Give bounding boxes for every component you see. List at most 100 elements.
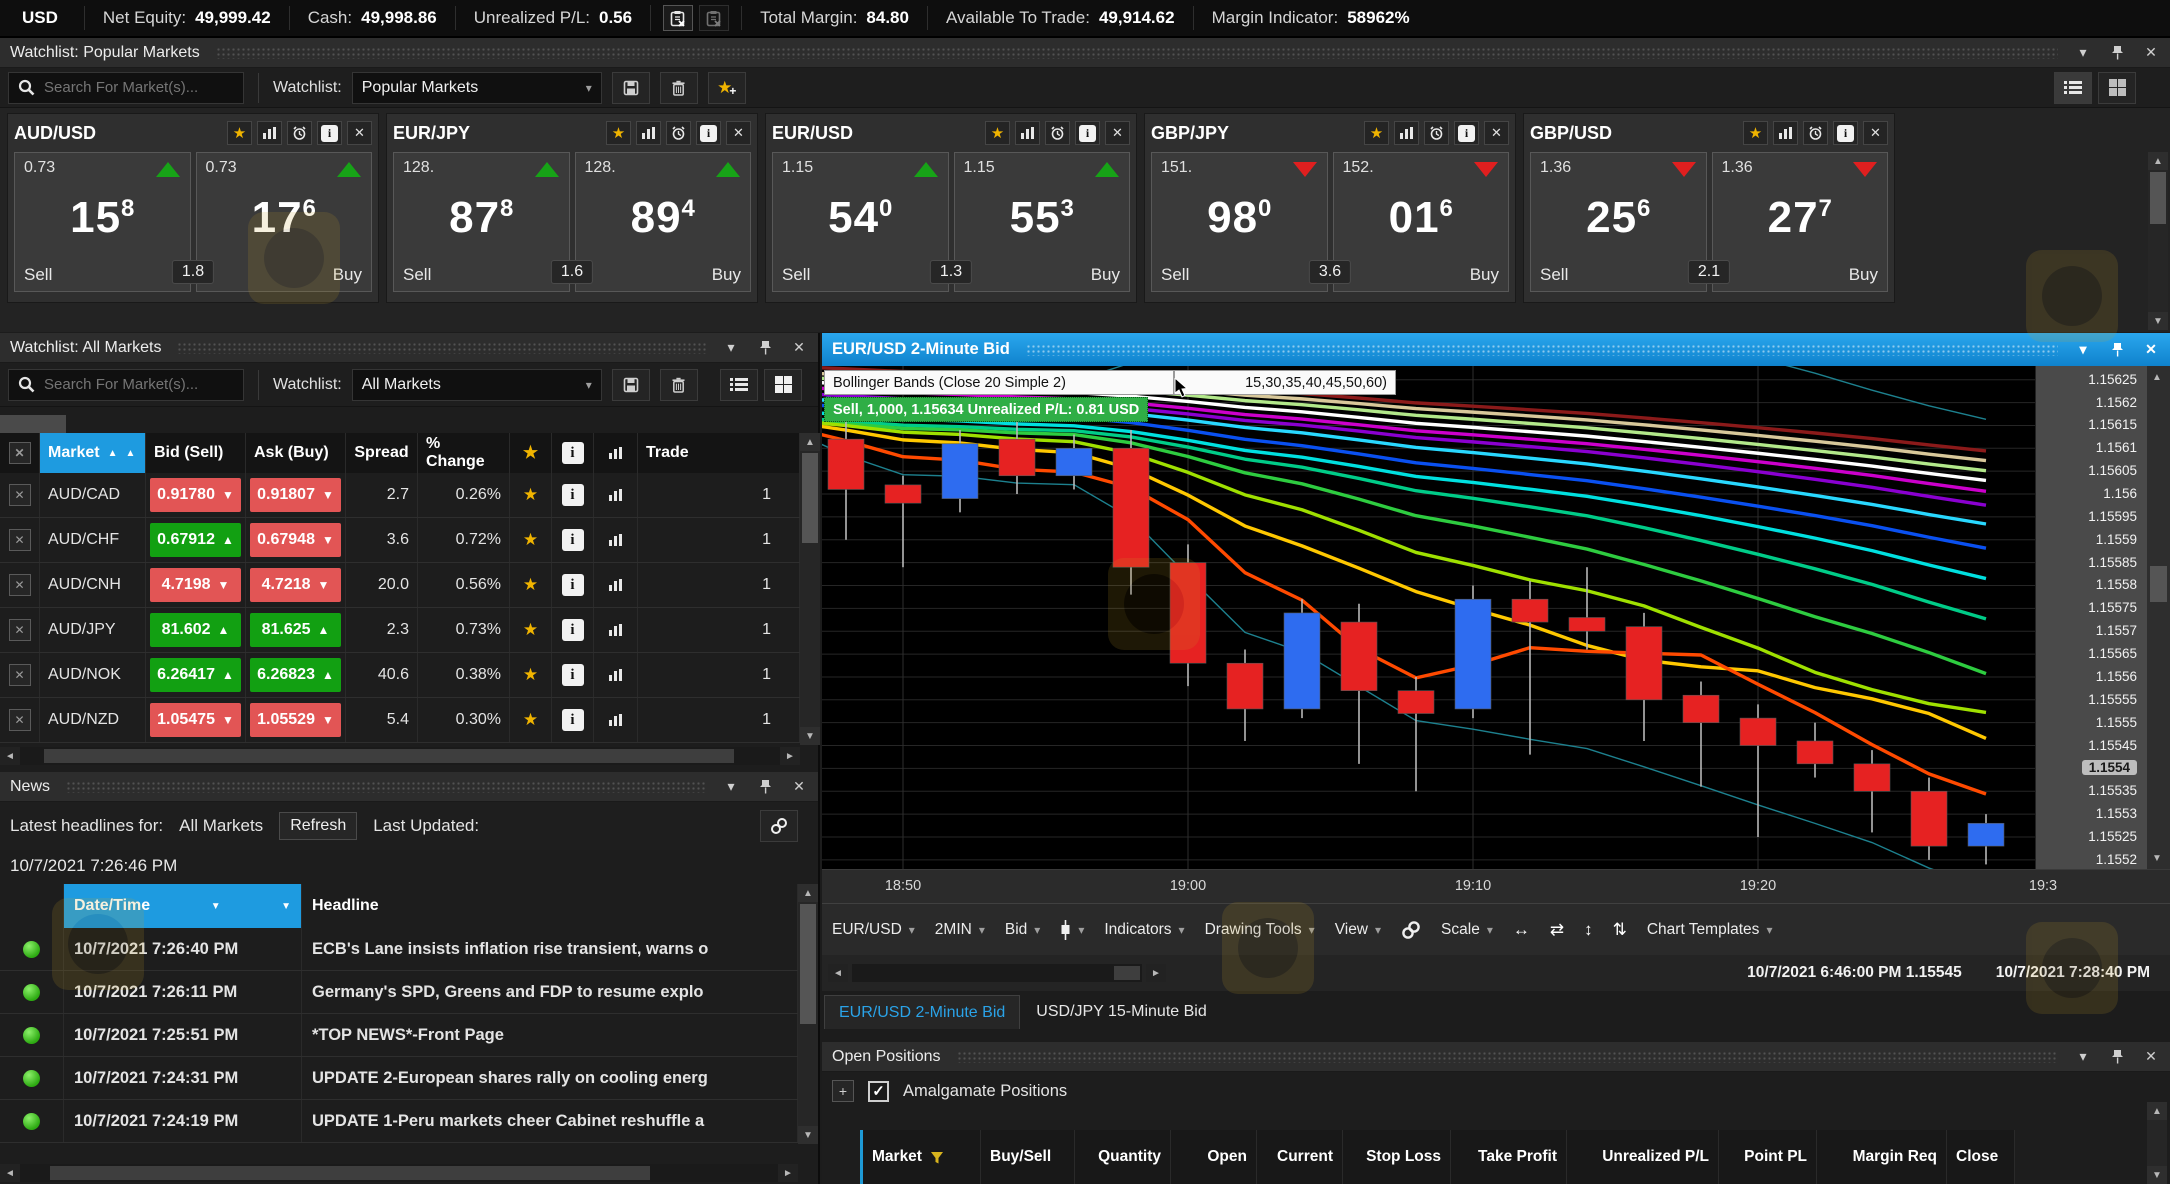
collapse-panel-icon[interactable]: ▾ — [2074, 44, 2092, 62]
info-icon[interactable]: i — [696, 121, 721, 145]
open-chart-icon[interactable] — [257, 121, 282, 145]
favorite-star-icon[interactable]: ★ — [510, 563, 552, 607]
add-favorite-button[interactable]: ★ + — [707, 71, 746, 104]
scale-compress-vertical-icon[interactable]: ⇅ — [1613, 920, 1627, 940]
table-row[interactable]: ✕ AUD/CAD 0.91780 ▼ 0.91807 ▼ 2.7 0.26% ★ i 1 — [0, 473, 800, 518]
scroll-up-icon[interactable]: ▲ — [2148, 152, 2168, 170]
pin-icon[interactable] — [2108, 44, 2126, 62]
info-icon[interactable]: i — [552, 473, 594, 517]
row-select-checkbox[interactable]: ✕ — [0, 698, 40, 742]
info-icon[interactable]: i — [552, 698, 594, 742]
drag-handle-texture[interactable] — [215, 46, 2058, 59]
column-header[interactable]: Bid (Sell) — [146, 433, 246, 473]
collapse-panel-icon[interactable]: ▾ — [722, 778, 740, 796]
drag-handle-texture[interactable] — [177, 341, 706, 354]
buy-price-button[interactable]: 128. 894 Buy — [574, 152, 751, 292]
expand-positions-button[interactable]: + — [832, 1080, 854, 1102]
info-icon[interactable]: i — [1454, 121, 1479, 145]
row-select-checkbox[interactable]: ✕ — [0, 563, 40, 607]
favorite-star-icon[interactable]: ★ — [1364, 121, 1389, 145]
chart-toolbar-eur/usd[interactable]: EUR/USD ▾ — [832, 921, 915, 939]
scroll-down-icon[interactable]: ▼ — [2147, 849, 2167, 867]
info-icon[interactable]: i — [1833, 121, 1858, 145]
bollinger-indicator-label[interactable]: Bollinger Bands (Close 20 Simple 2) — [824, 370, 1174, 395]
table-row[interactable]: ✕ AUD/NZD 1.05475 ▼ 1.05529 ▼ 5.4 0.30% ★ i 1 — [0, 698, 800, 743]
all-markets-panel-header[interactable]: Watchlist: All Markets ▾ ✕ — [0, 333, 818, 363]
row-select-checkbox[interactable]: ✕ — [0, 518, 40, 562]
scroll-down-icon[interactable]: ▼ — [800, 727, 820, 745]
chart-toolbar-view[interactable]: View ▾ — [1335, 921, 1381, 939]
column-header-stop-loss[interactable]: Stop Loss — [1343, 1130, 1451, 1184]
close-panel-icon[interactable]: ✕ — [790, 778, 808, 796]
chart-toolbar-scale[interactable]: Scale ▾ — [1441, 921, 1493, 939]
ask-price-button[interactable]: 6.26823 ▲ — [250, 658, 341, 692]
scale-compress-horizontal-icon[interactable]: ⇄ — [1550, 920, 1564, 940]
drag-handle-texture[interactable] — [66, 780, 706, 793]
market-search[interactable] — [8, 368, 244, 401]
sell-price-button[interactable]: 151. 980 Sell — [1151, 152, 1328, 292]
grid-view-button[interactable] — [764, 368, 802, 401]
column-header-take-profit[interactable]: Take Profit — [1451, 1130, 1567, 1184]
ask-price-button[interactable]: 1.05529 ▼ — [250, 703, 341, 737]
pin-icon[interactable] — [756, 339, 774, 357]
open-chart-icon[interactable] — [594, 563, 638, 607]
scale-expand-horizontal-icon[interactable]: ↔ — [1513, 920, 1530, 940]
scroll-up-icon[interactable]: ▲ — [800, 433, 820, 451]
scroll-down-icon[interactable]: ▼ — [2147, 1166, 2167, 1184]
chart-plot-area[interactable]: Bollinger Bands (Close 20 Simple 2) 15,3… — [822, 366, 2170, 869]
scroll-left-icon[interactable]: ◄ — [828, 964, 848, 982]
column-header-chart[interactable] — [594, 433, 638, 473]
column-header-headline[interactable]: Headline — [302, 884, 798, 928]
close-panel-icon[interactable]: ✕ — [2142, 44, 2160, 62]
scale-expand-vertical-icon[interactable]: ↕ — [1584, 920, 1593, 940]
open-position-chart-label[interactable]: Sell, 1,000, 1.15634 Unrealized P/L: 0.8… — [824, 397, 1149, 422]
scroll-left-icon[interactable]: ◄ — [0, 747, 20, 765]
column-header-market[interactable]: Market ▲ ▲ — [40, 433, 146, 473]
moving-average-indicator-label[interactable]: 15,30,35,40,45,50,60) — [1174, 370, 1396, 395]
trade-quantity-cell[interactable]: 1 — [638, 608, 800, 652]
column-header-margin-req[interactable]: Margin Req — [1817, 1130, 1947, 1184]
close-tile-icon[interactable]: ✕ — [1484, 121, 1509, 145]
column-header-trade[interactable]: Trade — [638, 433, 800, 473]
news-headline-cell[interactable]: *TOP NEWS*-Front Page — [302, 1014, 798, 1056]
pin-icon[interactable] — [756, 778, 774, 796]
open-chart-icon[interactable] — [594, 653, 638, 697]
favorite-star-icon[interactable]: ★ — [985, 121, 1010, 145]
table-row[interactable]: ✕ AUD/CNH 4.7198 ▼ 4.7218 ▼ 20.0 0.56% ★ i 1 — [0, 563, 800, 608]
price-alert-icon[interactable] — [666, 121, 691, 145]
ask-price-button[interactable]: 4.7218 ▼ — [250, 568, 341, 602]
amalgamate-checkbox[interactable]: ✓ — [868, 1080, 889, 1102]
candlestick-chart[interactable] — [822, 366, 2035, 869]
news-headline-cell[interactable]: ECB's Lane insists inflation rise transi… — [302, 928, 798, 970]
close-tile-icon[interactable]: ✕ — [726, 121, 751, 145]
chart-toolbar-indicators[interactable]: Indicators ▾ — [1104, 921, 1184, 939]
grid-view-button[interactable] — [2098, 71, 2136, 104]
collapse-panel-icon[interactable]: ▾ — [722, 339, 740, 357]
close-panel-icon[interactable]: ✕ — [2142, 1048, 2160, 1066]
price-alert-icon[interactable] — [287, 121, 312, 145]
price-axis[interactable]: 1.15625 1.1562 1.15615 1.1561 1.15605 1.156 1.… — [2035, 366, 2147, 869]
news-row[interactable]: 10/7/2021 7:25:51 PM *TOP NEWS*-Front Pag… — [0, 1014, 798, 1057]
chart-toolbar-candlestick-icon[interactable]: ▾ — [1060, 919, 1084, 940]
close-panel-icon[interactable]: ✕ — [2142, 341, 2160, 359]
favorite-star-icon[interactable]: ★ — [510, 608, 552, 652]
bid-price-button[interactable]: 0.91780 ▼ — [150, 478, 241, 512]
scroll-left-icon[interactable]: ◄ — [0, 1164, 20, 1182]
buy-price-button[interactable]: 1.36 277 Buy — [1711, 152, 1888, 292]
favorite-star-icon[interactable]: ★ — [1743, 121, 1768, 145]
info-icon[interactable]: i — [552, 563, 594, 607]
open-chart-icon[interactable] — [594, 473, 638, 517]
scroll-right-icon[interactable]: ► — [780, 747, 800, 765]
scroll-down-icon[interactable]: ▼ — [2148, 312, 2168, 330]
info-icon[interactable]: i — [552, 653, 594, 697]
column-header-favorite[interactable]: ★ — [510, 433, 552, 473]
column-header[interactable]: Ask (Buy) — [246, 433, 346, 473]
chart-tab-1[interactable]: EUR/USD 2-Minute Bid — [824, 995, 1021, 1029]
scroll-up-icon[interactable]: ▲ — [798, 884, 818, 902]
row-select-checkbox[interactable]: ✕ — [0, 653, 40, 697]
news-row[interactable]: 10/7/2021 7:24:19 PM UPDATE 1-Peru market… — [0, 1100, 798, 1143]
column-header[interactable]: Spread — [346, 433, 418, 473]
save-watchlist-button[interactable] — [611, 71, 650, 104]
link-news-button[interactable] — [760, 810, 798, 842]
table-row[interactable]: ✕ AUD/CHF 0.67912 ▲ 0.67948 ▼ 3.6 0.72% ★ i 1 — [0, 518, 800, 563]
